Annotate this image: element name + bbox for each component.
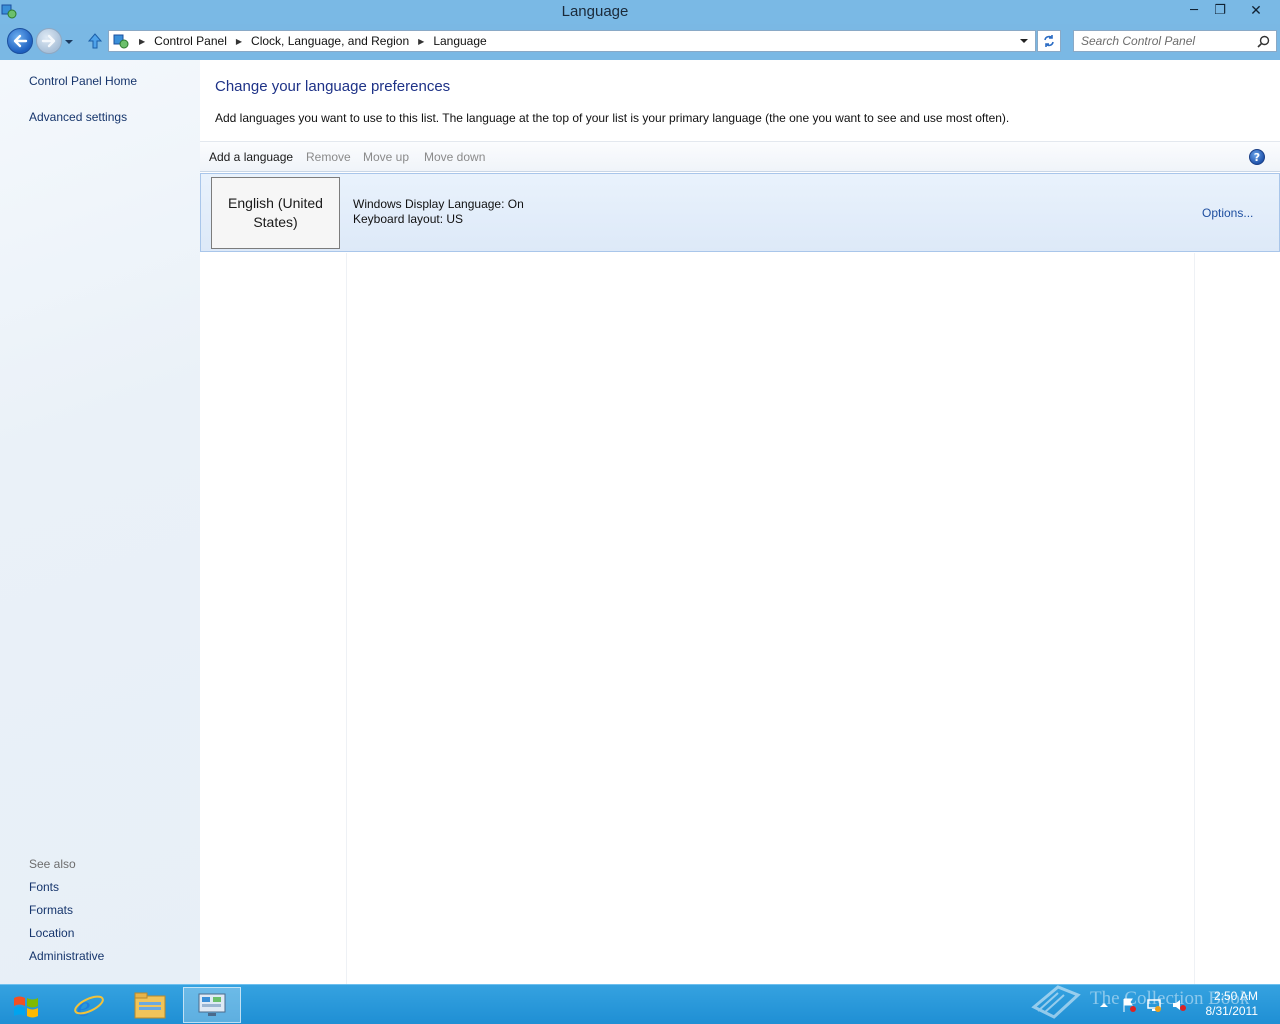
column-divider xyxy=(346,253,347,984)
content-area: Control Panel Home Advanced settings See… xyxy=(0,60,1280,984)
watermark-book-logo xyxy=(1031,985,1081,1019)
arrow-right-icon xyxy=(41,34,56,48)
language-row[interactable]: English (United States) Windows Display … xyxy=(200,173,1280,252)
see-also-heading: See also xyxy=(29,857,76,871)
breadcrumb-language[interactable]: Language xyxy=(433,34,486,48)
see-also-formats[interactable]: Formats xyxy=(29,903,73,917)
close-button[interactable]: ✕ xyxy=(1233,0,1279,21)
display-language-status: Windows Display Language: On xyxy=(353,197,524,211)
page-description: Add languages you want to use to this li… xyxy=(215,111,1010,125)
control-panel-window: Language ─ ❐ ✕ ▶ Control Panel ▶ Clock, … xyxy=(0,0,1280,984)
see-also-location[interactable]: Location xyxy=(29,926,74,940)
network-icon[interactable] xyxy=(1146,997,1162,1013)
taskbar-file-explorer[interactable] xyxy=(121,987,179,1023)
chevron-right-icon[interactable]: ▶ xyxy=(236,37,242,46)
sidebar-link-control-panel-home[interactable]: Control Panel Home xyxy=(29,74,137,88)
remove-button[interactable]: Remove xyxy=(306,150,351,164)
page-title: Change your language preferences xyxy=(215,78,451,95)
language-tile[interactable]: English (United States) xyxy=(211,177,340,249)
add-language-button[interactable]: Add a language xyxy=(209,150,293,164)
column-divider xyxy=(1194,253,1195,984)
breadcrumb-clock-language-region[interactable]: Clock, Language, and Region xyxy=(251,34,409,48)
show-hidden-icons-icon[interactable] xyxy=(1096,997,1112,1013)
breadcrumb-control-panel[interactable]: Control Panel xyxy=(154,34,227,48)
sidebar-link-advanced-settings[interactable]: Advanced settings xyxy=(29,110,127,124)
language-details: Windows Display Language: On Keyboard la… xyxy=(353,197,524,227)
forward-button[interactable] xyxy=(36,28,62,54)
arrow-left-icon xyxy=(13,34,28,48)
help-icon[interactable]: ? xyxy=(1249,149,1265,165)
title-bar[interactable]: Language ─ ❐ ✕ xyxy=(0,0,1280,24)
refresh-icon xyxy=(1044,35,1054,47)
move-down-button[interactable]: Move down xyxy=(424,150,485,164)
minimize-button[interactable]: ─ xyxy=(1181,0,1207,21)
windows-logo-icon[interactable] xyxy=(8,991,46,1021)
back-button[interactable] xyxy=(7,28,33,54)
system-clock[interactable]: 2:50 AM 8/31/2011 xyxy=(1198,989,1259,1019)
clock-time: 2:50 AM xyxy=(1213,989,1258,1003)
recent-locations-icon[interactable] xyxy=(63,36,75,48)
search-input[interactable] xyxy=(1074,31,1250,51)
control-panel-icon xyxy=(113,34,129,49)
address-bar[interactable]: ▶ Control Panel ▶ Clock, Language, and R… xyxy=(108,30,1036,52)
see-also-administrative[interactable]: Administrative xyxy=(29,949,104,963)
see-also-fonts[interactable]: Fonts xyxy=(29,880,59,894)
move-up-button[interactable]: Move up xyxy=(363,150,409,164)
search-box xyxy=(1073,30,1277,52)
window-title: Language xyxy=(561,3,629,20)
chevron-right-icon[interactable]: ▶ xyxy=(139,37,145,46)
volume-muted-icon[interactable] xyxy=(1171,997,1187,1013)
clock-date: 8/31/2011 xyxy=(1205,1004,1259,1018)
navigation-bar: ▶ Control Panel ▶ Clock, Language, and R… xyxy=(0,24,1280,58)
breadcrumb: ▶ Control Panel ▶ Clock, Language, and R… xyxy=(135,31,487,51)
internet-explorer-icon: e xyxy=(74,990,104,1021)
language-list: English (United States) Windows Display … xyxy=(200,173,1280,984)
chevron-down-icon[interactable] xyxy=(1019,37,1029,45)
keyboard-layout-status: Keyboard layout: US xyxy=(353,212,464,226)
chevron-right-icon[interactable]: ▶ xyxy=(418,37,424,46)
notification-area xyxy=(1096,995,1187,1015)
language-toolbar: Add a language Remove Move up Move down … xyxy=(200,141,1280,172)
up-arrow-icon[interactable] xyxy=(86,32,104,50)
language-options-link[interactable]: Options... xyxy=(1202,206,1253,220)
action-center-flag-icon[interactable] xyxy=(1121,997,1137,1013)
control-panel-icon xyxy=(198,993,226,1016)
taskbar: e The Collection Book 2:50 AM 8/31/2011 xyxy=(0,984,1280,1024)
folder-icon xyxy=(134,992,166,1019)
refresh-button[interactable] xyxy=(1037,30,1061,52)
taskbar-internet-explorer[interactable]: e xyxy=(60,987,118,1023)
sidebar: Control Panel Home Advanced settings See… xyxy=(0,60,200,984)
main-panel: Change your language preferences Add lan… xyxy=(200,60,1280,984)
search-icon[interactable] xyxy=(1257,35,1270,48)
taskbar-control-panel[interactable] xyxy=(183,987,241,1023)
maximize-button[interactable]: ❐ xyxy=(1207,0,1233,21)
